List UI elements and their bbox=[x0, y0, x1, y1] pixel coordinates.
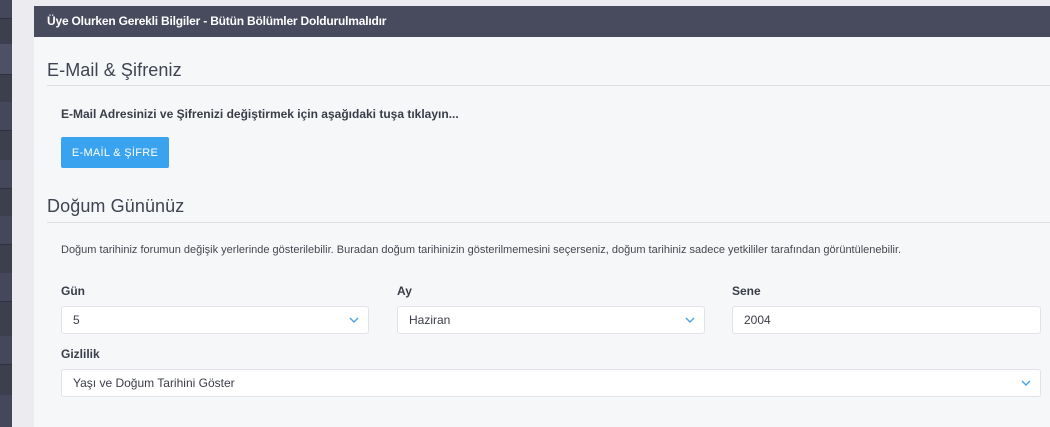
chevron-down-icon bbox=[1021, 380, 1031, 386]
sidebar-item[interactable] bbox=[0, 160, 12, 189]
sidebar-item[interactable] bbox=[0, 102, 12, 131]
gutter bbox=[12, 0, 34, 427]
year-value: 2004 bbox=[744, 313, 771, 327]
privacy-value: Yaşı ve Doğum Tarihini Göster bbox=[73, 376, 235, 390]
privacy-label: Gizlilik bbox=[61, 347, 100, 361]
sidebar-item[interactable] bbox=[0, 216, 12, 245]
sidebar-item[interactable] bbox=[0, 0, 12, 19]
email-password-button[interactable]: E-MAİL & ŞİFRE bbox=[61, 137, 169, 168]
sidebar-item[interactable] bbox=[0, 395, 12, 427]
birthday-section-title: Doğum Gününüz bbox=[47, 196, 185, 216]
month-select[interactable]: Haziran bbox=[397, 306, 705, 334]
panel-header: Üye Olurken Gerekli Bilgiler - Bütün Böl… bbox=[34, 6, 1050, 37]
sidebar-item[interactable] bbox=[0, 44, 12, 75]
year-input[interactable]: 2004 bbox=[732, 306, 1041, 334]
email-section-title: E-Mail & Şifreniz bbox=[47, 60, 182, 80]
year-label: Sene bbox=[732, 284, 761, 298]
email-section-divider bbox=[47, 85, 1050, 86]
chevron-down-icon bbox=[685, 317, 695, 323]
day-value: 5 bbox=[73, 313, 80, 327]
day-label: Gün bbox=[61, 284, 85, 298]
chevron-down-icon bbox=[349, 317, 359, 323]
month-label: Ay bbox=[397, 284, 412, 298]
month-value: Haziran bbox=[409, 313, 451, 327]
day-select[interactable]: 5 bbox=[61, 306, 369, 334]
page: Üye Olurken Gerekli Bilgiler - Bütün Böl… bbox=[0, 0, 1050, 427]
birthday-description: Doğum tarihiniz forumun değişik yerlerin… bbox=[61, 244, 902, 256]
sidebar-item[interactable] bbox=[0, 273, 12, 302]
privacy-select[interactable]: Yaşı ve Doğum Tarihini Göster bbox=[61, 369, 1041, 397]
birthday-section-divider bbox=[47, 222, 1050, 223]
settings-panel: Üye Olurken Gerekli Bilgiler - Bütün Böl… bbox=[34, 6, 1050, 427]
sidebar bbox=[0, 0, 12, 427]
sidebar-item[interactable] bbox=[0, 336, 12, 365]
email-change-note: E-Mail Adresinizi ve Şifrenizi değiştirm… bbox=[61, 107, 459, 121]
